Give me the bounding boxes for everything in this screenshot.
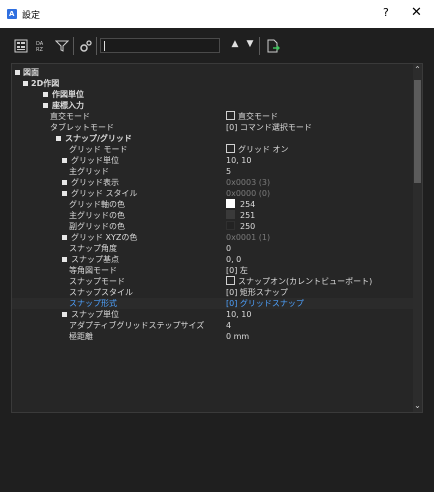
snap-unit-value[interactable]: 10, 10 xyxy=(226,309,251,320)
grid-xyz-value: 0x0001 (1) xyxy=(226,233,271,242)
property-row-tablet[interactable]: タブレットモード [0] コマンド選択モード xyxy=(12,122,414,133)
alphabetical-view-icon[interactable]: DARZ xyxy=(35,39,49,53)
scrollbar-thumb[interactable] xyxy=(414,80,421,183)
snap-angle-value[interactable]: 0 xyxy=(226,243,231,254)
app-icon: A xyxy=(7,9,17,19)
title-bar: A 設定 ? ✕ xyxy=(0,0,434,28)
checkbox-icon[interactable] xyxy=(226,276,235,285)
adaptive-value[interactable]: 4 xyxy=(226,320,231,331)
expand-icon[interactable] xyxy=(62,235,67,240)
ortho-checkbox[interactable]: 直交モード xyxy=(226,111,278,122)
scroll-down-icon[interactable]: ⌄ xyxy=(413,400,422,412)
arrow-down-icon[interactable]: ▼ xyxy=(243,39,257,53)
svg-text:RZ: RZ xyxy=(36,47,43,53)
tree-node-2d[interactable]: 2D作図 xyxy=(12,78,414,89)
collapse-icon[interactable] xyxy=(23,81,28,86)
toolbar-separator xyxy=(73,37,74,55)
property-row-snap-style[interactable]: スナップスタイル [0] 矩形スナップ xyxy=(12,287,414,298)
property-row-grid-display[interactable]: グリッド表示 0x0003 (3) xyxy=(12,177,414,188)
grid-unit-value[interactable]: 10, 10 xyxy=(226,155,251,166)
property-row-snap-type[interactable]: スナップ形式 [0] グリッドスナップ xyxy=(12,298,414,309)
sub-grid-color-value[interactable]: 250 xyxy=(226,221,255,232)
export-icon[interactable] xyxy=(266,39,280,53)
snap-type-value[interactable]: [0] グリッドスナップ xyxy=(226,298,304,309)
checkbox-icon[interactable] xyxy=(226,144,235,153)
property-row-main-grid-color[interactable]: 主グリッドの色 251 xyxy=(12,210,414,221)
property-row-sub-grid-color[interactable]: 副グリッドの色 250 xyxy=(12,221,414,232)
toolbar-separator xyxy=(96,37,97,55)
color-swatch xyxy=(226,199,235,208)
property-row-grid-style[interactable]: グリッド スタイル 0x0000 (0) xyxy=(12,188,414,199)
property-row-snap-base[interactable]: スナップ基点 0, 0 xyxy=(12,254,414,265)
expand-icon[interactable] xyxy=(62,257,67,262)
search-input[interactable] xyxy=(100,38,220,53)
grid-mode-checkbox[interactable]: グリッド オン xyxy=(226,144,289,155)
property-row-grid-xyz[interactable]: グリッド XYZの色 0x0001 (1) xyxy=(12,232,414,243)
tree-node-snap-grid[interactable]: スナップ/グリッド xyxy=(12,133,414,144)
snap-style-value[interactable]: [0] 矩形スナップ xyxy=(226,287,288,298)
expand-icon[interactable] xyxy=(62,180,67,185)
collapse-icon[interactable] xyxy=(56,136,61,141)
toolbar: DA RZ ▲ ▼ xyxy=(0,28,434,62)
snap-mode-checkbox[interactable]: スナップオン(カレントビューポート) xyxy=(226,276,372,287)
iso-mode-value[interactable]: [0] 左 xyxy=(226,265,248,276)
toolbar-separator xyxy=(259,37,260,55)
property-row-main-grid[interactable]: 主グリッド 5 xyxy=(12,166,414,177)
grid-axis-color-value[interactable]: 254 xyxy=(226,199,255,210)
vertical-scrollbar[interactable]: ⌃ ⌄ xyxy=(413,64,422,412)
property-row-grid-unit[interactable]: グリッド単位 10, 10 xyxy=(12,155,414,166)
property-row-ortho[interactable]: 直交モード 直交モード xyxy=(12,111,414,122)
property-row-snap-mode[interactable]: スナップモード スナップオン(カレントビューポート) xyxy=(12,276,414,287)
expand-icon[interactable] xyxy=(62,312,67,317)
property-row-grid-axis-color[interactable]: グリッド軸の色 254 xyxy=(12,199,414,210)
property-row-polar[interactable]: 極距離 0 mm xyxy=(12,331,414,342)
tree-node-drawing[interactable]: 図面 xyxy=(12,67,414,78)
filter-icon[interactable] xyxy=(55,39,69,53)
collapse-icon[interactable] xyxy=(43,103,48,108)
property-row-iso-mode[interactable]: 等角図モード [0] 左 xyxy=(12,265,414,276)
main-grid-color-value[interactable]: 251 xyxy=(226,210,255,221)
color-swatch xyxy=(226,221,235,230)
help-button[interactable]: ? xyxy=(383,6,389,19)
text-caret xyxy=(104,41,105,51)
property-panel: 図面 2D作図 作図単位 座標入力 直交モード 直交モード タブレットモード [… xyxy=(11,63,423,413)
polar-value[interactable]: 0 mm xyxy=(226,331,249,342)
color-swatch xyxy=(226,210,235,219)
settings-icon[interactable] xyxy=(79,39,93,53)
arrow-up-icon[interactable]: ▲ xyxy=(228,39,242,53)
grid-style-value: 0x0000 (0) xyxy=(226,189,271,198)
checkbox-icon[interactable] xyxy=(226,111,235,120)
property-row-grid-mode[interactable]: グリッド モード グリッド オン xyxy=(12,144,414,155)
categorized-view-icon[interactable] xyxy=(14,39,28,53)
expand-icon[interactable] xyxy=(62,158,67,163)
tree-node-coord[interactable]: 座標入力 xyxy=(12,100,414,111)
window-title: 設定 xyxy=(22,11,41,21)
grid-display-value: 0x0003 (3) xyxy=(226,178,271,187)
snap-base-value[interactable]: 0, 0 xyxy=(226,254,241,265)
collapse-icon[interactable] xyxy=(15,70,20,75)
property-row-adaptive[interactable]: アダプティブグリッドステップサイズ 4 xyxy=(12,320,414,331)
expand-icon[interactable] xyxy=(43,92,48,97)
property-row-snap-angle[interactable]: スナップ角度 0 xyxy=(12,243,414,254)
tablet-value[interactable]: [0] コマンド選択モード xyxy=(226,122,312,133)
property-row-snap-unit[interactable]: スナップ単位 10, 10 xyxy=(12,309,414,320)
expand-icon[interactable] xyxy=(62,191,67,196)
tree-node-units[interactable]: 作図単位 xyxy=(12,89,414,100)
scroll-up-icon[interactable]: ⌃ xyxy=(413,64,422,76)
main-grid-value[interactable]: 5 xyxy=(226,166,231,177)
close-button[interactable]: ✕ xyxy=(411,5,422,20)
